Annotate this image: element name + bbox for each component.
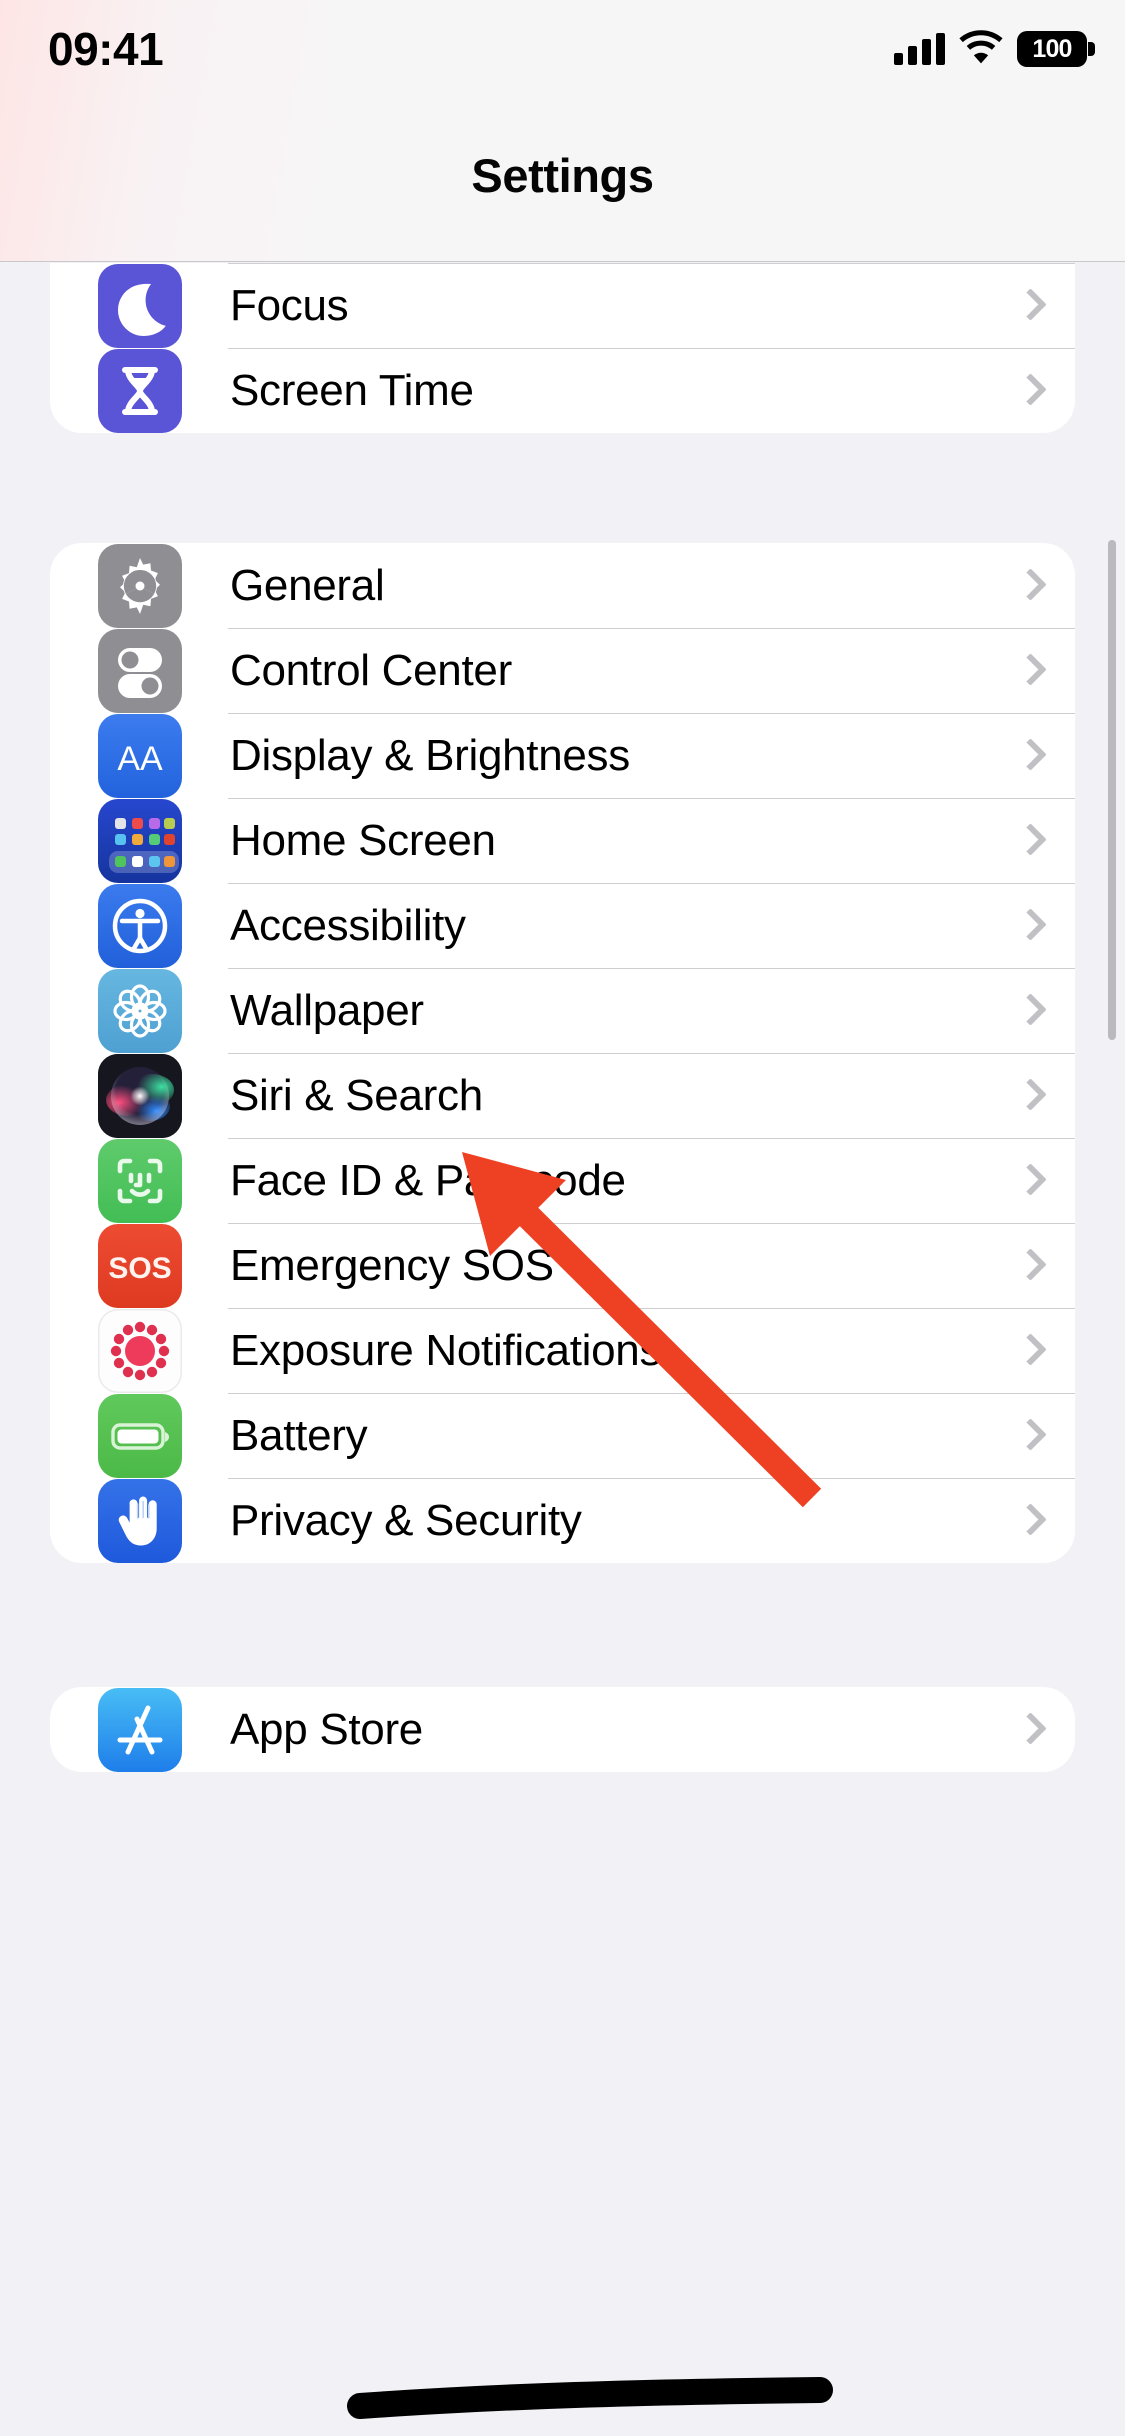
- chevron-right-icon: [1017, 1245, 1041, 1287]
- settings-row-accessibility[interactable]: Accessibility: [50, 883, 1075, 968]
- chevron-right-icon: [1017, 990, 1041, 1032]
- chevron-right-icon: [1017, 905, 1041, 947]
- settings-row-label: Siri & Search: [230, 1070, 483, 1120]
- svg-text:SOS: SOS: [108, 1252, 171, 1285]
- settings-group-store: App Store: [50, 1687, 1075, 1772]
- settings-row-label: Emergency SOS: [230, 1240, 554, 1290]
- exposure-notifications-icon: [98, 1308, 182, 1393]
- app-grid-icon: [98, 798, 182, 883]
- settings-row-display-brightness[interactable]: AA Display & Brightness: [50, 713, 1075, 798]
- settings-row-wallpaper[interactable]: Wallpaper: [50, 968, 1075, 1053]
- wifi-icon: [959, 29, 1003, 69]
- battery-icon: 100: [1017, 31, 1095, 67]
- settings-row-label: General: [230, 560, 385, 610]
- status-bar-time: 09:41: [48, 23, 164, 75]
- chevron-right-icon: [1017, 285, 1041, 327]
- sos-icon: SOS: [98, 1223, 182, 1308]
- settings-group-focus: Focus Screen Time: [50, 263, 1075, 433]
- settings-group-system: General Control Center AA Display & Brig…: [50, 543, 1075, 1563]
- chevron-right-icon: [1017, 735, 1041, 777]
- status-bar: 09:41 100: [0, 0, 1125, 100]
- settings-row-screen-time[interactable]: Screen Time: [50, 348, 1075, 433]
- settings-screen: Focus Screen Time General Control Center…: [0, 0, 1125, 2436]
- settings-row-label: Privacy & Security: [230, 1495, 582, 1545]
- settings-row-label: Focus: [230, 280, 349, 330]
- settings-row-label: Face ID & Passcode: [230, 1155, 626, 1205]
- app-store-icon: [98, 1687, 182, 1772]
- settings-row-general[interactable]: General: [50, 543, 1075, 628]
- settings-row-focus[interactable]: Focus: [50, 263, 1075, 348]
- settings-row-label: Exposure Notifications: [230, 1325, 662, 1375]
- toggles-icon: [98, 628, 182, 713]
- settings-row-home-screen[interactable]: Home Screen: [50, 798, 1075, 883]
- settings-row-face-id-passcode[interactable]: Face ID & Passcode: [50, 1138, 1075, 1223]
- chevron-right-icon: [1017, 1160, 1041, 1202]
- chevron-right-icon: [1017, 565, 1041, 607]
- page-title: Settings: [471, 149, 654, 202]
- settings-row-label: Screen Time: [230, 365, 474, 415]
- text-size-aa-icon: AA: [98, 713, 182, 798]
- raised-hand-icon: [98, 1478, 182, 1563]
- settings-row-siri-search[interactable]: Siri & Search: [50, 1053, 1075, 1138]
- chevron-right-icon: [1017, 1075, 1041, 1117]
- settings-scroll-view[interactable]: Focus Screen Time General Control Center…: [0, 263, 1125, 2436]
- chevron-right-icon: [1017, 1709, 1041, 1751]
- chevron-right-icon: [1017, 820, 1041, 862]
- chevron-right-icon: [1017, 1330, 1041, 1372]
- siri-orb-icon: [98, 1053, 182, 1138]
- flower-rosette-icon: [98, 968, 182, 1053]
- battery-full-icon: [98, 1393, 182, 1478]
- settings-row-label: Home Screen: [230, 815, 496, 865]
- chevron-right-icon: [1017, 1500, 1041, 1542]
- chevron-right-icon: [1017, 650, 1041, 692]
- settings-row-privacy-security[interactable]: Privacy & Security: [50, 1478, 1075, 1563]
- settings-row-battery[interactable]: Battery: [50, 1393, 1075, 1478]
- chevron-right-icon: [1017, 370, 1041, 412]
- settings-row-label: Display & Brightness: [230, 730, 630, 780]
- face-id-icon: [98, 1138, 182, 1223]
- accessibility-person-icon: [98, 883, 182, 968]
- settings-row-label: Wallpaper: [230, 985, 424, 1035]
- navigation-bar: 09:41 100 Settings: [0, 0, 1125, 262]
- settings-row-exposure-notifications[interactable]: Exposure Notifications: [50, 1308, 1075, 1393]
- chevron-right-icon: [1017, 1415, 1041, 1457]
- settings-row-label: Accessibility: [230, 900, 466, 950]
- battery-percent-label: 100: [1032, 34, 1072, 63]
- status-bar-indicators: 100: [894, 26, 1095, 72]
- settings-row-control-center[interactable]: Control Center: [50, 628, 1075, 713]
- vertical-scroll-indicator[interactable]: [1108, 540, 1116, 1040]
- settings-row-label: Control Center: [230, 645, 512, 695]
- settings-row-emergency-sos[interactable]: SOS Emergency SOS: [50, 1223, 1075, 1308]
- settings-row-label: Battery: [230, 1410, 368, 1460]
- moon-crescent-icon: [98, 263, 182, 348]
- svg-text:AA: AA: [117, 740, 163, 778]
- settings-row-app-store[interactable]: App Store: [50, 1687, 1075, 1772]
- cellular-bars-icon: [894, 33, 945, 65]
- gear-icon: [98, 543, 182, 628]
- hourglass-icon: [98, 348, 182, 433]
- settings-row-label: App Store: [230, 1704, 423, 1754]
